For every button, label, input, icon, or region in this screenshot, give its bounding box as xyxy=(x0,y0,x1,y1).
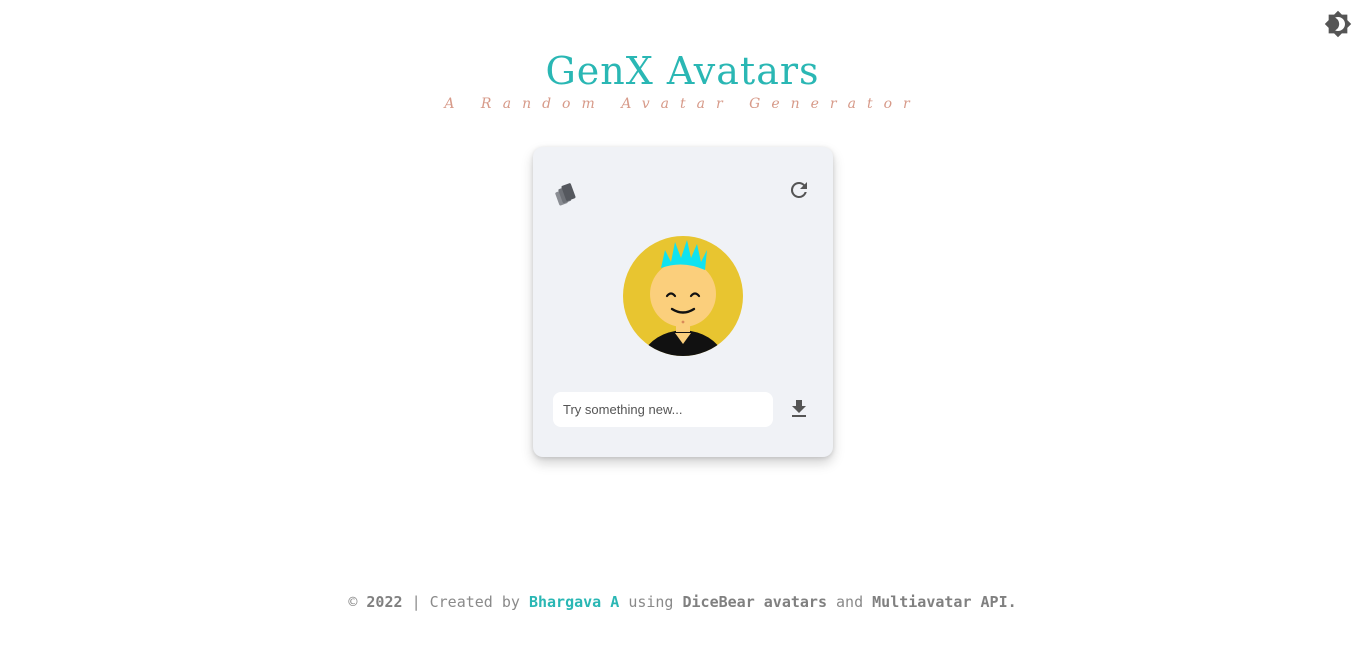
dicebear-link[interactable]: DiceBear avatars xyxy=(683,593,828,611)
brightness-icon[interactable] xyxy=(1324,10,1352,38)
avatar-card xyxy=(533,147,833,457)
refresh-icon[interactable] xyxy=(787,178,811,202)
avatar-image xyxy=(623,236,743,356)
copyright-symbol: © xyxy=(348,593,358,611)
search-input[interactable] xyxy=(553,392,773,427)
copyright-year: 2022 xyxy=(366,593,403,611)
app-subtitle: A Random Avatar Generator xyxy=(444,96,921,112)
using-text: using xyxy=(628,593,674,611)
and-text: and xyxy=(836,593,864,611)
footer: © 2022 | Created by Bhargava A using Dic… xyxy=(0,592,1365,612)
created-by-text: Created by xyxy=(429,593,520,611)
footer-separator: | xyxy=(411,593,421,611)
app-title: GenX Avatars xyxy=(545,49,820,93)
download-icon[interactable] xyxy=(787,397,811,421)
author-link[interactable]: Bhargava A xyxy=(529,593,619,611)
multiavatar-link[interactable]: Multiavatar API. xyxy=(872,593,1017,611)
palette-swatch-icon[interactable] xyxy=(553,181,579,207)
